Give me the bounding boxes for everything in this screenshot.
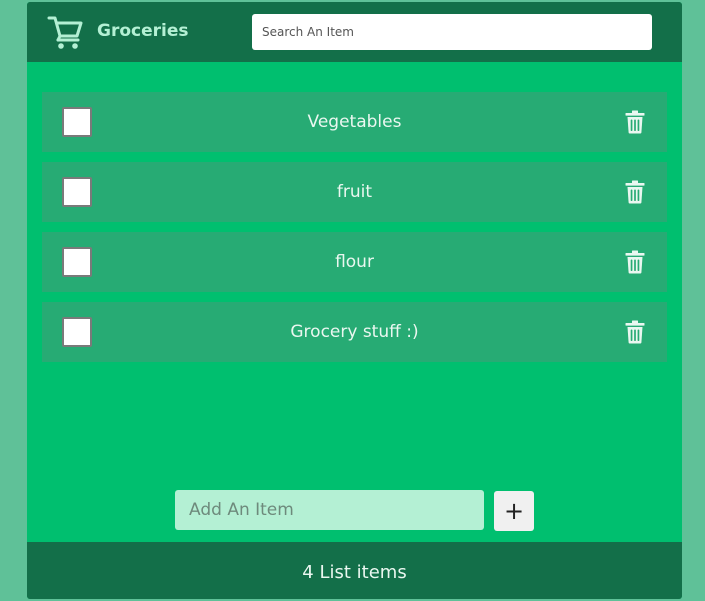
add-item-button[interactable]: + <box>494 491 534 531</box>
item-label: flour <box>335 252 374 272</box>
item-label: fruit <box>336 182 373 202</box>
search-input[interactable] <box>252 14 652 50</box>
list-count: 4 List items <box>302 562 407 583</box>
item-label: Grocery stuff :) <box>290 322 419 342</box>
add-item-input[interactable] <box>175 490 484 530</box>
item-checkbox[interactable] <box>62 247 92 277</box>
grocery-app: Groceries Vegetables fruit <box>27 2 682 599</box>
header: Groceries <box>27 2 682 62</box>
shopping-cart-icon <box>47 16 83 49</box>
app-title: Groceries <box>97 21 189 41</box>
item-checkbox[interactable] <box>62 107 92 137</box>
list-item: fruit <box>42 162 667 222</box>
trash-icon[interactable] <box>625 250 645 274</box>
grocery-list: Vegetables fruit flour Grocery stuff:) <box>42 92 667 372</box>
footer: 4 List items <box>27 542 682 599</box>
trash-icon[interactable] <box>625 320 645 344</box>
list-item: Grocery stuff :) <box>42 302 667 362</box>
trash-icon[interactable] <box>625 180 645 204</box>
trash-icon[interactable] <box>625 110 645 134</box>
item-checkbox[interactable] <box>62 317 92 347</box>
item-checkbox[interactable] <box>62 177 92 207</box>
list-item: Vegetables <box>42 92 667 152</box>
list-item: flour <box>42 232 667 292</box>
item-label: Vegetables <box>307 112 402 132</box>
